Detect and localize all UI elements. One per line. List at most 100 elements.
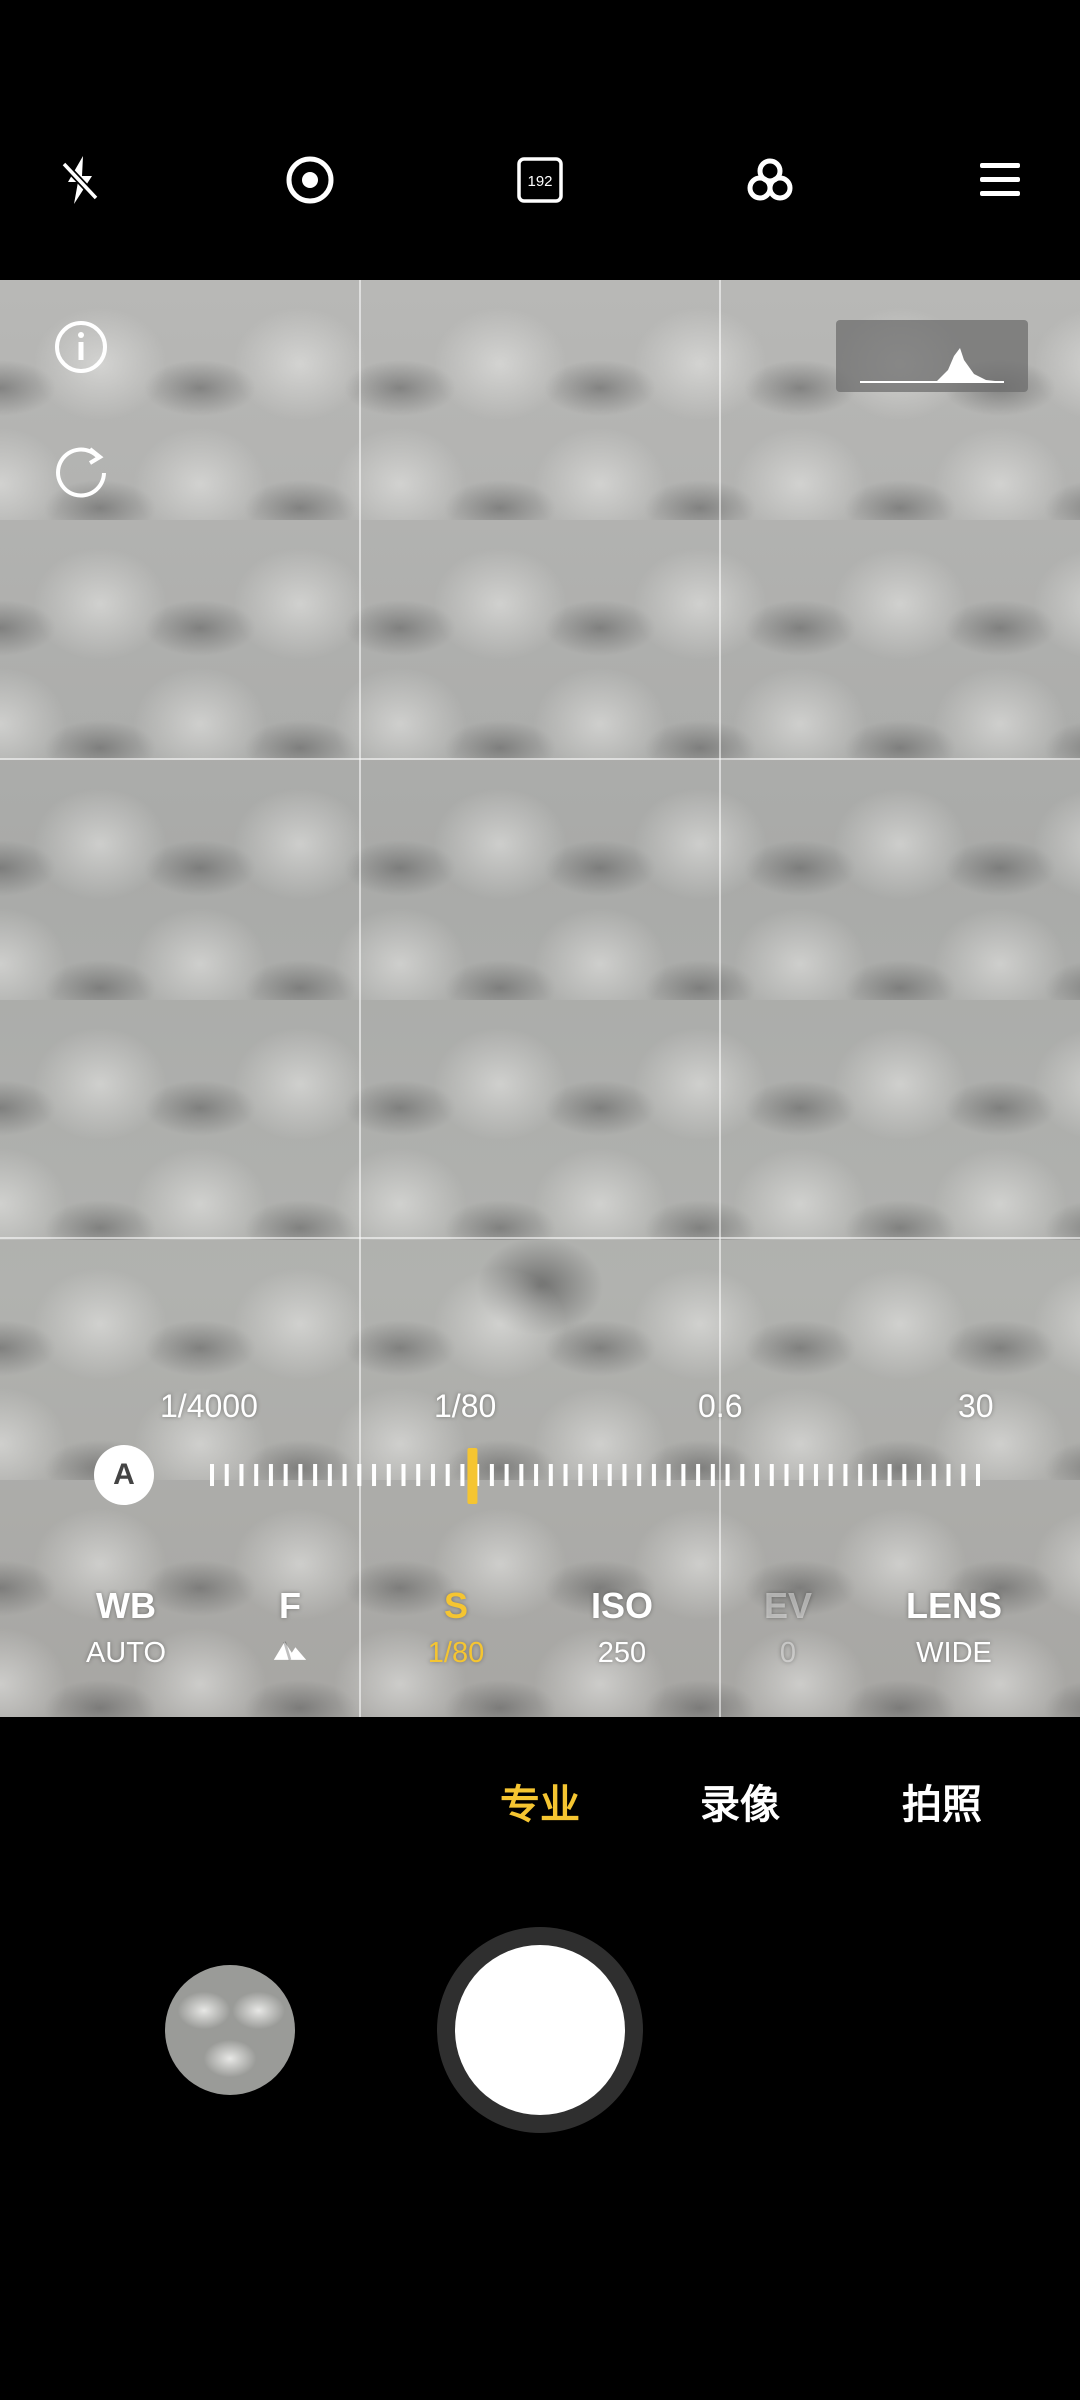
scale-tick: [931, 1464, 936, 1486]
param-ev[interactable]: EV 0: [708, 1585, 868, 1670]
param-value: AUTO: [85, 1637, 167, 1669]
scale-tick: [327, 1464, 332, 1486]
info-icon: [55, 321, 107, 373]
mode-pro[interactable]: 专业: [500, 1772, 580, 1830]
scale-tick: [548, 1464, 553, 1486]
scale-tick: [534, 1464, 539, 1486]
reset-button[interactable]: [46, 435, 116, 505]
shutter-button[interactable]: [437, 1927, 643, 2133]
param-label: WB: [96, 1585, 156, 1626]
scale-tick: [784, 1464, 789, 1486]
scale-tick: [224, 1464, 229, 1486]
scale-tick: [578, 1464, 583, 1486]
scale-tick: [725, 1464, 730, 1486]
grid-line: [0, 758, 1080, 760]
param-value: 1/80: [427, 1637, 485, 1669]
mode-video[interactable]: 录像: [700, 1772, 780, 1830]
filter-button[interactable]: [730, 140, 810, 220]
scale-tick: [696, 1464, 701, 1486]
mountain-icon: [273, 1641, 307, 1661]
focus-target-icon: [286, 156, 334, 204]
filter-circles-icon: [747, 158, 793, 201]
camera-viewfinder[interactable]: 1/4000 1/80 0.6 30 A WB AUTO F S 1/80 IS…: [0, 280, 1080, 1717]
scale-tick: [607, 1464, 612, 1486]
scale-tick: [651, 1464, 656, 1486]
scale-tick: [976, 1464, 980, 1486]
scale-tick: [519, 1464, 524, 1486]
scale-tick: [239, 1464, 244, 1486]
param-value: WIDE: [916, 1637, 992, 1669]
param-label: EV: [763, 1585, 813, 1626]
scale-tick: [268, 1464, 273, 1486]
param-lens[interactable]: LENS WIDE: [874, 1585, 1034, 1670]
param-wb[interactable]: WB AUTO: [46, 1585, 206, 1670]
scale-tick: [210, 1464, 214, 1486]
param-label: S: [443, 1585, 468, 1626]
top-toolbar: 192: [0, 0, 1080, 280]
scale-tick: [799, 1464, 804, 1486]
scale-tick: [666, 1464, 671, 1486]
menu-button[interactable]: [960, 140, 1040, 220]
param-value: 0: [779, 1637, 797, 1669]
scale-tick: [813, 1464, 818, 1486]
scale-marker[interactable]: [467, 1448, 478, 1504]
param-label: ISO: [590, 1585, 653, 1626]
scale-tick: [637, 1464, 642, 1486]
scale-tick: [416, 1464, 421, 1486]
histogram[interactable]: [836, 320, 1028, 392]
scale-tick: [755, 1464, 760, 1486]
scale-tick: [401, 1464, 406, 1486]
param-label: LENS: [905, 1585, 1002, 1626]
scale-tick: [313, 1464, 318, 1486]
mode-photo[interactable]: 拍照: [902, 1772, 982, 1830]
histogram-icon: [860, 348, 1004, 383]
scale-tick: [372, 1464, 377, 1486]
scale-tick: [946, 1464, 951, 1486]
scale-tick: [917, 1464, 922, 1486]
scale-label-current: 1/80: [434, 1388, 497, 1424]
scale-tick: [445, 1464, 450, 1486]
scale-tick: [489, 1464, 494, 1486]
flash-off-icon: [61, 156, 99, 204]
scale-tick: [769, 1464, 774, 1486]
scale-tick: [298, 1464, 303, 1486]
scale-tick: [740, 1464, 745, 1486]
scale-tick: [563, 1464, 568, 1486]
param-value: 250: [597, 1637, 647, 1669]
auto-label: A: [113, 1458, 135, 1491]
param-label: F: [279, 1585, 301, 1626]
hamburger-menu-icon: [980, 163, 1020, 196]
scale-tick: [283, 1464, 288, 1486]
param-shutter[interactable]: S 1/80: [376, 1585, 536, 1670]
flash-off-button[interactable]: [40, 140, 120, 220]
scale-tick: [710, 1464, 715, 1486]
scale-tick: [254, 1464, 259, 1486]
scale-tick: [902, 1464, 907, 1486]
scale-tick: [843, 1464, 848, 1486]
scale-tick: [386, 1464, 391, 1486]
scale-tick: [887, 1464, 892, 1486]
reset-rotate-icon: [56, 447, 106, 498]
scale-tick: [504, 1464, 509, 1486]
scale-label-mid: 0.6: [698, 1388, 743, 1424]
info-button[interactable]: [46, 312, 116, 382]
megapixel-button[interactable]: 192: [500, 140, 580, 220]
gallery-thumbnail[interactable]: [165, 1965, 295, 2095]
scale-tick: [828, 1464, 833, 1486]
scale-tick: [357, 1464, 362, 1486]
scale-tick: [342, 1464, 347, 1486]
megapixel-badge: 192: [527, 173, 552, 190]
scale-tick: [622, 1464, 627, 1486]
focus-button[interactable]: [270, 140, 350, 220]
scale-tick: [961, 1464, 966, 1486]
param-iso[interactable]: ISO 250: [542, 1585, 702, 1670]
scale-tick: [681, 1464, 686, 1486]
scale-tick: [858, 1464, 863, 1486]
param-f[interactable]: F: [210, 1585, 370, 1670]
shutter-speed-slider[interactable]: [200, 1440, 990, 1510]
grid-line: [0, 1237, 1080, 1239]
scale-tick: [460, 1464, 465, 1486]
scale-label-min: 1/4000: [160, 1388, 258, 1424]
shutter-button-inner: [455, 1945, 625, 2115]
auto-shutter-button[interactable]: A: [94, 1445, 154, 1505]
